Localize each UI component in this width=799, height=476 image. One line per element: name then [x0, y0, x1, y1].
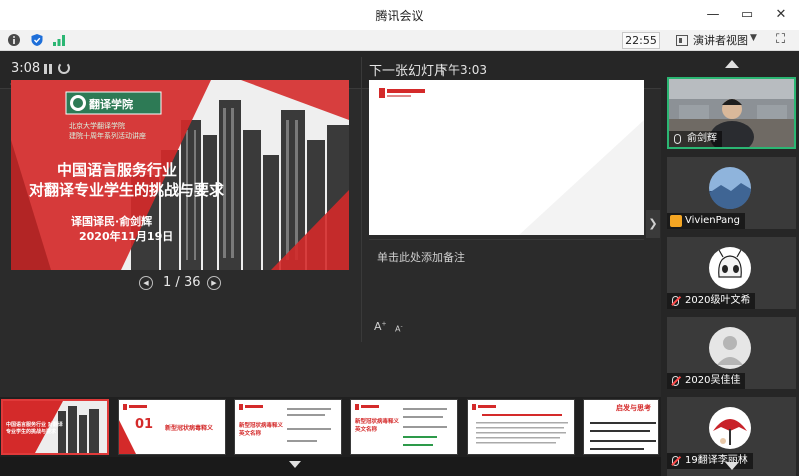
presenter-view-button[interactable]: 演讲者视图 — [676, 32, 748, 49]
close-icon[interactable]: ✕ — [772, 6, 790, 24]
slide-subtitle-1: 北京大学翻译学院 — [69, 122, 125, 130]
muted-microphone-icon — [672, 296, 679, 306]
maximize-icon[interactable]: ▭ — [738, 6, 756, 24]
scroll-down-icon[interactable] — [725, 462, 739, 470]
info-icon[interactable] — [7, 33, 21, 47]
participant-tile-1[interactable]: 俞剑辉 — [667, 77, 796, 149]
participant-tile-4[interactable]: 2020吴佳佳 — [667, 317, 796, 389]
chevron-right-icon[interactable]: ❯ — [646, 210, 660, 238]
thumbnail-4-title: 新型冠状病毒释义 英文名称 — [355, 419, 400, 433]
slide-speaker: 译国译民·俞剑辉 — [71, 215, 153, 228]
participant-name-tag: 19翻译李丽林 — [667, 453, 753, 469]
participant-name: 2020吴佳佳 — [685, 375, 741, 386]
participant-name-tag: VivienPang — [667, 213, 745, 229]
pause-icon[interactable] — [44, 64, 53, 74]
thumbnail-3-title: 新型冠状病毒释义 英文名称 — [239, 423, 284, 437]
next-slide-preview[interactable] — [369, 80, 644, 235]
font-increase-button[interactable]: A+ — [374, 320, 387, 333]
avatar-image — [709, 407, 751, 449]
thumbnail-5[interactable] — [467, 399, 575, 455]
slide-counter: 1 / 36 — [163, 275, 201, 290]
muted-microphone-icon — [672, 376, 679, 386]
avatar-image — [709, 247, 751, 289]
elapsed-timer: 3:08 — [11, 61, 41, 76]
expand-toolbar-icon[interactable] — [289, 461, 301, 468]
window-title: 腾讯会议 — [375, 9, 424, 23]
thumbnail-4[interactable]: 新型冠状病毒释义 英文名称 — [350, 399, 458, 455]
signal-icon[interactable] — [52, 33, 66, 47]
slide-date: 2020年11月19日 — [79, 230, 174, 243]
participant-tile-3[interactable]: 2020级叶文希 — [667, 237, 796, 309]
slide-logo-text: 翻译学院 — [89, 98, 133, 111]
slide-navigator: ◀ 1 / 36 ▶ — [139, 274, 229, 292]
participant-name: 俞剑辉 — [687, 133, 717, 144]
participant-name-tag: 2020级叶文希 — [667, 293, 756, 309]
shield-icon[interactable] — [30, 33, 44, 47]
font-decrease-button[interactable]: A- — [395, 323, 403, 334]
presenter-view-icon — [676, 35, 688, 46]
slide-thumbnails: 中国语言服务行业 对翻译专业学生的挑战与要求 01 新型冠状病毒释义 新型冠状病… — [0, 397, 661, 457]
thumbnail-1-title: 中国语言服务行业 对翻译专业学生的挑战与要求 — [6, 422, 63, 435]
thumbnail-2-number: 01 — [135, 417, 154, 432]
avatar — [709, 327, 751, 369]
thumbnail-2[interactable]: 01 新型冠状病毒释义 — [118, 399, 226, 455]
microphone-icon — [674, 134, 681, 144]
thumbnail-3[interactable]: 新型冠状病毒释义 英文名称 — [234, 399, 342, 455]
slide-title-2: 对翻译专业学生的挑战与要求 — [29, 181, 225, 199]
participant-name: VivienPang — [685, 215, 740, 226]
thumbnail-6[interactable]: 启发与思考 — [583, 399, 659, 455]
app-window: 腾讯会议 — ▭ ✕ 22:55 演讲者视图 ▼ ⛶ 3:08 下午3:03 翻… — [0, 0, 799, 476]
pane-divider[interactable] — [361, 57, 362, 342]
next-slide-art — [369, 80, 644, 235]
prev-slide-button[interactable]: ◀ — [139, 276, 153, 290]
next-slide-label: 下一张幻灯片 — [369, 64, 448, 79]
avatar — [709, 247, 751, 289]
meeting-time: 22:55 — [622, 32, 660, 49]
participant-name: 2020级叶文希 — [685, 295, 751, 306]
scroll-up-icon[interactable] — [725, 60, 739, 68]
muted-microphone-icon — [672, 456, 679, 466]
thumbnail-1[interactable]: 中国语言服务行业 对翻译专业学生的挑战与要求 — [1, 399, 109, 455]
avatar — [709, 407, 751, 449]
avatar-image — [709, 167, 751, 209]
thumbnail-6-title: 启发与思考 — [616, 404, 651, 412]
slide-title-1: 中国语言服务行业 — [57, 161, 178, 179]
title-bar: 腾讯会议 — ▭ ✕ — [0, 0, 799, 30]
thumbnail-5-art — [468, 400, 574, 454]
current-slide[interactable]: 翻译学院 北京大学翻译学院 建院十周年系列活动讲座 中国语言服务行业 对翻译专业… — [11, 80, 349, 270]
participant-name-tag: 2020吴佳佳 — [667, 373, 746, 389]
minimize-icon[interactable]: — — [704, 6, 722, 24]
slide-subtitle-2: 建院十周年系列活动讲座 — [69, 132, 146, 140]
meeting-toolbar: 22:55 演讲者视图 ▼ ⛶ — [0, 30, 799, 51]
participant-tile-2[interactable]: VivienPang — [667, 157, 796, 229]
bottom-bar — [0, 457, 661, 476]
notes-placeholder: 单击此处添加备注 — [377, 251, 465, 264]
reset-timer-icon[interactable] — [58, 62, 70, 74]
next-slide-button[interactable]: ▶ — [207, 276, 221, 290]
default-avatar-icon — [709, 327, 751, 369]
participant-name-tag: 俞剑辉 — [669, 131, 722, 147]
avatar — [709, 167, 751, 209]
fullscreen-icon[interactable]: ⛶ — [776, 32, 785, 47]
presenter-view-label: 演讲者视图 — [693, 34, 748, 47]
thumbnail-2-title: 新型冠状病毒释义 — [165, 425, 214, 432]
user-badge-icon — [670, 215, 682, 227]
chevron-down-icon[interactable]: ▼ — [750, 33, 757, 43]
